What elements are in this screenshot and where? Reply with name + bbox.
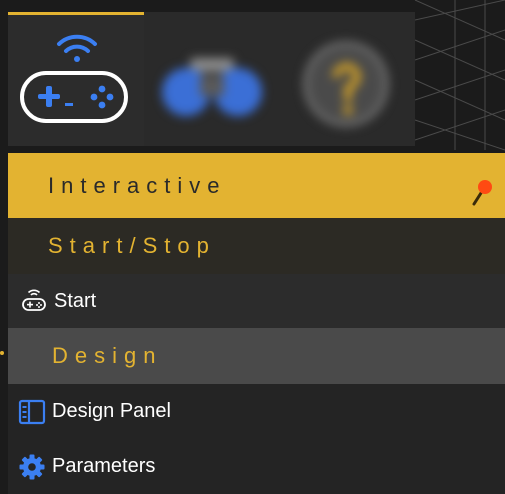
section-start-stop: Start/Stop <box>8 218 505 274</box>
pin-icon[interactable] <box>471 177 493 207</box>
section-interactive[interactable]: Interactive <box>8 153 505 218</box>
menu-item-parameters[interactable]: Parameters <box>8 439 505 494</box>
gear-icon <box>19 454 45 479</box>
menu-item-design-panel-label: Design Panel <box>52 400 171 422</box>
gamepad-icon <box>20 34 128 123</box>
menu-list: Interactive Start/Stop Start Design Desi… <box>8 153 505 494</box>
section-design: Design <box>8 328 505 384</box>
section-interactive-label: Interactive <box>48 172 227 198</box>
binoculars-icon <box>162 58 262 116</box>
help-icon <box>303 41 389 127</box>
help-tool-button[interactable] <box>280 12 415 146</box>
side-panel: Interactive Start/Stop Start Design Desi… <box>0 0 505 494</box>
menu-item-design-panel[interactable]: Design Panel <box>8 384 505 439</box>
section-start-stop-label: Start/Stop <box>48 233 216 258</box>
mode-toolbar <box>8 12 415 146</box>
menu-item-parameters-label: Parameters <box>52 455 156 477</box>
menu-item-start-label: Start <box>54 289 97 312</box>
design-panel-icon <box>18 399 46 424</box>
gamepad-icon <box>22 289 46 311</box>
menu-item-start[interactable]: Start <box>8 274 505 328</box>
binoculars-tool-button[interactable] <box>144 12 280 146</box>
gamepad-tool-button[interactable] <box>8 12 144 146</box>
edge-marker <box>0 351 4 355</box>
section-design-label: Design <box>52 343 163 368</box>
